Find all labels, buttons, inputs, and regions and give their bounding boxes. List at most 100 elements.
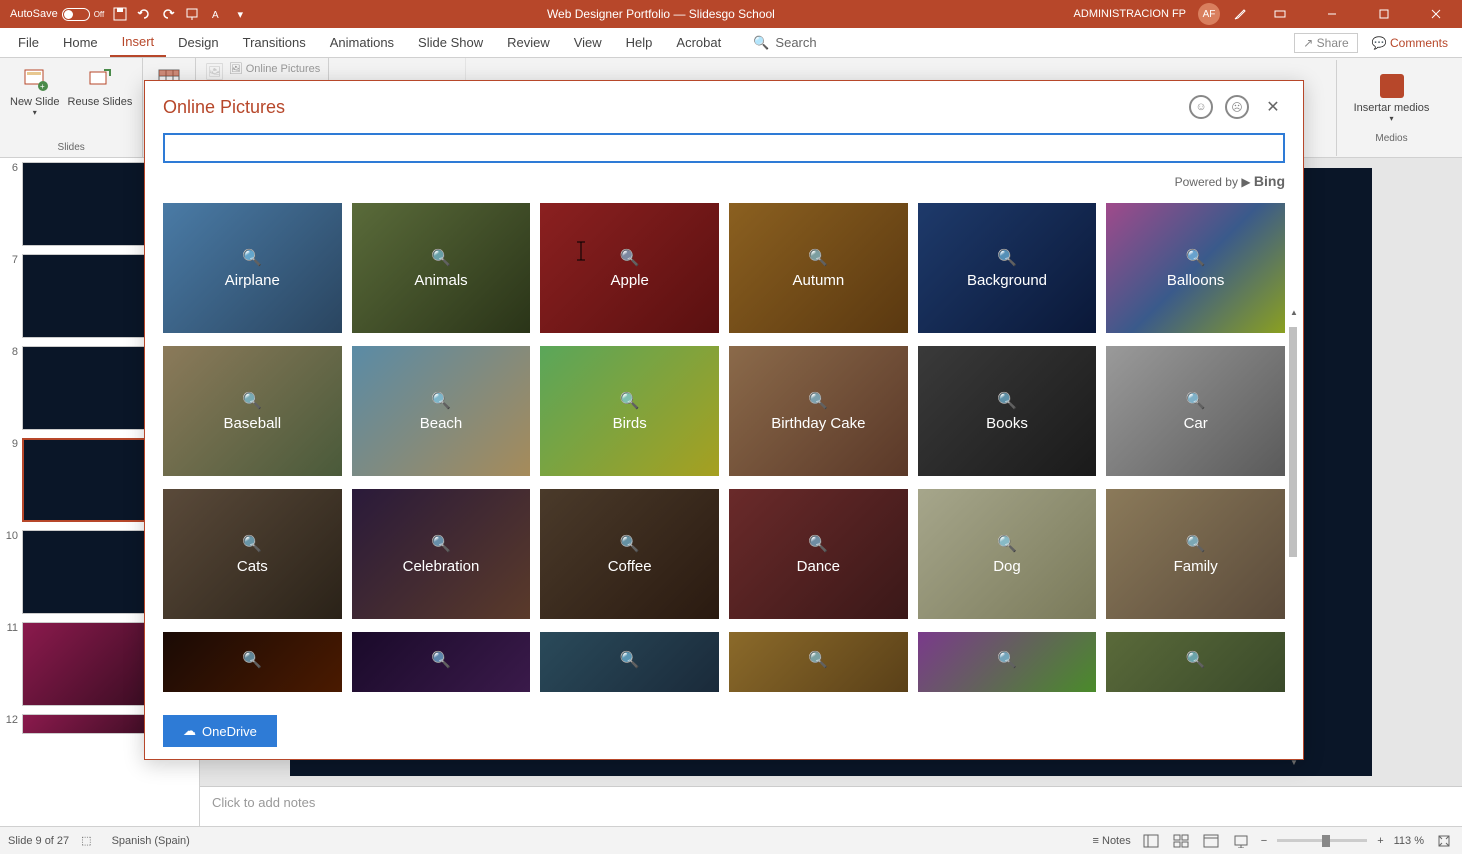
category-dog[interactable]: 🔍Dog <box>918 489 1097 619</box>
sorter-view-icon[interactable] <box>1171 831 1191 851</box>
tab-home[interactable]: Home <box>51 29 110 56</box>
zoom-level[interactable]: 113 % <box>1394 835 1424 847</box>
category-fireworks[interactable]: 🔍 <box>352 632 531 692</box>
category-label: Background <box>967 272 1047 289</box>
scroll-up-icon[interactable]: ▲ <box>1289 307 1299 317</box>
accessibility-icon[interactable]: ⬚ <box>81 834 91 847</box>
search-area[interactable]: 🔍 Search <box>753 35 816 51</box>
zoom-out-button[interactable]: − <box>1261 835 1267 847</box>
search-icon: 🔍 <box>808 248 828 268</box>
search-icon: 🔍 <box>1186 391 1206 411</box>
category-car[interactable]: 🔍 Car <box>1106 346 1285 476</box>
search-icon: 🔍 <box>431 391 451 411</box>
autosave-state: Off <box>94 10 105 19</box>
category-birds[interactable]: 🔍Birds <box>540 346 719 476</box>
tab-view[interactable]: View <box>562 29 614 56</box>
category-flag[interactable]: 🔍 <box>729 632 908 692</box>
sad-face-icon[interactable]: ☹ <box>1225 95 1249 119</box>
ribbon-options-icon[interactable] <box>1260 0 1300 28</box>
bing-label: Bing <box>1254 173 1285 189</box>
insertar-medios-button[interactable]: Insertar medios ▾ <box>1352 72 1432 125</box>
save-icon[interactable] <box>112 6 128 22</box>
category-fire[interactable]: 🔍 <box>163 632 342 692</box>
scroll-down-icon[interactable]: ▼ <box>1289 757 1299 767</box>
slideshow-view-icon[interactable] <box>1231 831 1251 851</box>
autosave-toggle[interactable]: AutoSave Off <box>10 8 104 21</box>
category-label: Coffee <box>608 558 652 575</box>
dropdown-icon: ▾ <box>33 108 37 117</box>
tab-animations[interactable]: Animations <box>318 29 406 56</box>
notes-input[interactable]: Click to add notes <box>200 786 1462 826</box>
category-airplane[interactable]: 🔍Airplane <box>163 203 342 333</box>
category-birthday-cake[interactable]: 🔍Birthday Cake <box>729 346 908 476</box>
category-food[interactable]: 🔍 <box>1106 632 1285 692</box>
close-icon[interactable] <box>1416 0 1456 28</box>
normal-view-icon[interactable] <box>1141 831 1161 851</box>
reuse-slides-button[interactable]: Reuse Slides <box>66 62 135 119</box>
search-input[interactable] <box>163 133 1285 163</box>
category-celebration[interactable]: 🔍Celebration <box>352 489 531 619</box>
onedrive-button[interactable]: ☁ OneDrive <box>163 715 277 747</box>
category-balloons[interactable]: 🔍Balloons <box>1106 203 1285 333</box>
category-background[interactable]: 🔍Background <box>918 203 1097 333</box>
category-coffee[interactable]: 🔍 Coffee <box>540 489 719 619</box>
category-autumn[interactable]: 🔍Autumn <box>729 203 908 333</box>
category-baseball[interactable]: 🔍Baseball <box>163 346 342 476</box>
redo-icon[interactable] <box>160 6 176 22</box>
tab-slideshow[interactable]: Slide Show <box>406 29 495 56</box>
category-label: Baseball <box>224 415 282 432</box>
fit-window-icon[interactable] <box>1434 831 1454 851</box>
category-dance[interactable]: 🔍Dance <box>729 489 908 619</box>
category-fish[interactable]: 🔍 <box>540 632 719 692</box>
dialog-scrollbar[interactable]: ▲ ▼ <box>1289 307 1299 767</box>
zoom-in-button[interactable]: + <box>1377 835 1383 847</box>
search-icon: 🔍 <box>753 35 769 51</box>
maximize-icon[interactable] <box>1364 0 1404 28</box>
tab-file[interactable]: File <box>6 29 51 56</box>
tab-design[interactable]: Design <box>166 29 230 56</box>
category-family[interactable]: 🔍Family <box>1106 489 1285 619</box>
new-slide-label: New Slide <box>10 96 60 108</box>
dialog-close-icon[interactable]: ✕ <box>1261 95 1285 119</box>
scrollbar-thumb[interactable] <box>1289 327 1297 557</box>
tab-transitions[interactable]: Transitions <box>231 29 318 56</box>
tab-insert[interactable]: Insert <box>110 28 167 57</box>
tab-review[interactable]: Review <box>495 29 562 56</box>
autosave-label: AutoSave <box>10 8 58 20</box>
new-slide-button[interactable]: + New Slide ▾ <box>8 62 62 119</box>
reuse-slides-label: Reuse Slides <box>68 96 133 108</box>
tab-acrobat[interactable]: Acrobat <box>664 29 733 56</box>
category-books[interactable]: 🔍Books <box>918 346 1097 476</box>
tab-help[interactable]: Help <box>614 29 665 56</box>
online-pictures-button[interactable]: 🖼 Online Pictures <box>229 62 321 75</box>
font-icon[interactable]: A <box>208 6 224 22</box>
search-icon: 🔍 <box>620 534 640 554</box>
category-label: Dog <box>993 558 1021 575</box>
zoom-slider[interactable] <box>1277 839 1367 842</box>
user-avatar[interactable]: AF <box>1198 3 1220 25</box>
category-cats[interactable]: 🔍Cats <box>163 489 342 619</box>
dialog-title: Online Pictures <box>163 97 285 118</box>
present-icon[interactable] <box>184 6 200 22</box>
slides-group-label: Slides <box>58 142 85 153</box>
share-button[interactable]: ↗ Share <box>1294 33 1357 53</box>
language-button[interactable]: Spanish (Spain) <box>112 835 190 847</box>
search-icon: 🔍 <box>808 650 828 670</box>
category-apple[interactable]: 🔍Apple <box>540 203 719 333</box>
comments-button[interactable]: 💬 Comments <box>1364 34 1456 52</box>
notes-button[interactable]: ≡ Notes <box>1093 835 1131 847</box>
category-beach[interactable]: 🔍 Beach <box>352 346 531 476</box>
category-label: Beach <box>420 415 463 432</box>
qat-dropdown-icon[interactable]: ▾ <box>232 6 248 22</box>
undo-icon[interactable] <box>136 6 152 22</box>
category-label: Car <box>1184 415 1208 432</box>
svg-text:+: + <box>40 82 45 91</box>
powered-by-label: Powered by ▶ Bing <box>145 167 1303 195</box>
search-icon: 🔍 <box>431 650 451 670</box>
pen-icon[interactable] <box>1232 6 1248 22</box>
reading-view-icon[interactable] <box>1201 831 1221 851</box>
minimize-icon[interactable] <box>1312 0 1352 28</box>
category-animals[interactable]: 🔍Animals <box>352 203 531 333</box>
happy-face-icon[interactable]: ☺ <box>1189 95 1213 119</box>
category-flower[interactable]: 🔍 <box>918 632 1097 692</box>
